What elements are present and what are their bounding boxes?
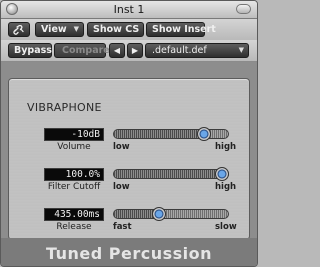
volume-value[interactable]: -10dB — [44, 128, 104, 141]
filter-cutoff-slider[interactable] — [113, 169, 229, 179]
release-max-label: slow — [215, 222, 237, 232]
filter-cutoff-max-label: high — [215, 182, 237, 192]
compare-button[interactable]: Compare — [54, 43, 110, 58]
show-insert-label: Show Insert — [152, 24, 216, 35]
filter-cutoff-slider-knob[interactable] — [215, 167, 229, 181]
bypass-label: Bypass — [14, 45, 52, 56]
release-slider[interactable] — [113, 209, 229, 219]
show-cs-label: Show CS — [93, 24, 140, 35]
filter-cutoff-value[interactable]: 100.0% — [44, 168, 104, 181]
plugin-category-label: Tuned Percussion — [45, 244, 213, 263]
filter-cutoff-min-label: low — [113, 182, 130, 192]
view-menu-label: View — [41, 24, 67, 35]
next-preset-button[interactable]: ▶ — [127, 43, 143, 58]
volume-min-label: low — [113, 142, 130, 152]
volume-slider[interactable] — [113, 129, 229, 139]
chevron-down-icon: ▼ — [73, 25, 79, 33]
filter-cutoff-label: Filter Cutoff — [47, 182, 101, 192]
view-menu-button[interactable]: View ▼ — [35, 22, 84, 37]
chevron-down-icon: ▼ — [238, 46, 244, 54]
zoom-button[interactable] — [236, 4, 251, 14]
preset-menu[interactable]: .default.def ▼ — [145, 43, 249, 58]
show-cs-button[interactable]: Show CS — [87, 22, 144, 37]
toolbar-top: View ▼ Show CS Show Insert — [1, 19, 257, 40]
right-arrow-icon: ▶ — [131, 46, 139, 55]
volume-label: Volume — [57, 142, 91, 152]
link-button[interactable] — [8, 22, 30, 37]
release-label: Release — [56, 222, 92, 232]
parameter-panel: VIBRAPHONE -10dB Volume low high 100.0% … — [8, 78, 250, 240]
release-value[interactable]: 435.00ms — [44, 208, 104, 221]
show-insert-button[interactable]: Show Insert — [146, 22, 216, 37]
plugin-window: Inst 1 View ▼ Show CS Show Insert Bypass… — [0, 0, 258, 267]
volume-slider-knob[interactable] — [196, 127, 211, 141]
filter-cutoff-slider-fill — [114, 170, 228, 178]
compare-label: Compare — [62, 45, 110, 56]
instrument-name: VIBRAPHONE — [27, 101, 102, 114]
title-bar: Inst 1 — [1, 1, 257, 19]
preset-label: .default.def — [152, 45, 207, 56]
volume-max-label: high — [215, 142, 237, 152]
left-arrow-icon: ◀ — [113, 46, 121, 55]
release-slider-fill — [114, 210, 158, 218]
toolbar-bottom: Bypass Compare ◀ ▶ .default.def ▼ — [1, 40, 257, 62]
release-slider-knob[interactable] — [151, 207, 166, 221]
window-title: Inst 1 — [113, 3, 145, 16]
link-icon — [13, 24, 24, 35]
volume-slider-fill — [114, 130, 208, 138]
bypass-button[interactable]: Bypass — [8, 43, 52, 58]
previous-preset-button[interactable]: ◀ — [109, 43, 125, 58]
release-min-label: fast — [113, 222, 132, 232]
plugin-body: VIBRAPHONE -10dB Volume low high 100.0% … — [1, 62, 257, 266]
footer-bar: Tuned Percussion — [1, 238, 257, 266]
